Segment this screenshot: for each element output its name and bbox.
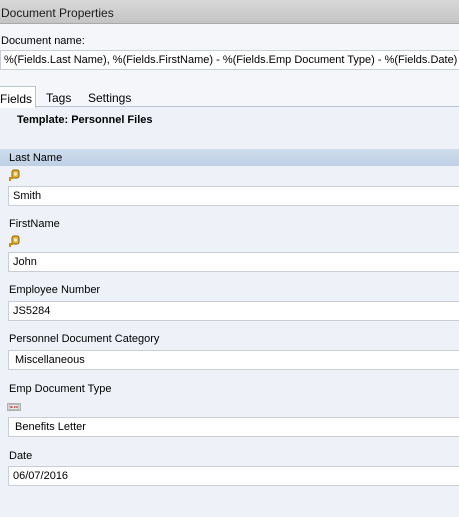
last-name-field[interactable]: Smith — [8, 186, 459, 206]
tab-fields[interactable]: Fields — [0, 86, 36, 108]
title-bar: Document Properties — [0, 0, 459, 24]
date-field[interactable]: 06/07/2016 — [8, 466, 459, 486]
employee-number-field[interactable]: JS5284 — [8, 301, 459, 321]
document-category-label: Personnel Document Category — [9, 333, 160, 345]
date-label: Date — [9, 450, 33, 462]
dropdown-list-icon[interactable] — [7, 403, 21, 411]
document-name-label: Document name: — [1, 35, 85, 47]
tab-divider — [0, 106, 459, 107]
first-name-field[interactable]: John — [8, 252, 459, 272]
lookup-key-icon[interactable] — [8, 169, 20, 182]
document-category-field[interactable]: Miscellaneous — [8, 350, 459, 370]
employee-number-label: Employee Number — [9, 284, 101, 296]
tab-bar: Fields Tags Settings — [0, 86, 459, 108]
document-type-field[interactable]: Benefits Letter — [8, 417, 459, 437]
window-title: Document Properties — [1, 6, 114, 20]
tab-tags[interactable]: Tags — [46, 86, 71, 107]
template-label: Template: Personnel Files — [17, 114, 153, 126]
lookup-key-icon[interactable] — [8, 235, 20, 248]
tab-settings[interactable]: Settings — [88, 86, 131, 107]
document-name-field[interactable]: %(Fields.Last Name), %(Fields.FirstName)… — [0, 50, 459, 70]
first-name-label: FirstName — [9, 218, 60, 230]
document-type-label: Emp Document Type — [9, 383, 112, 395]
selected-field-header — [0, 149, 459, 166]
last-name-label: Last Name — [9, 152, 63, 164]
